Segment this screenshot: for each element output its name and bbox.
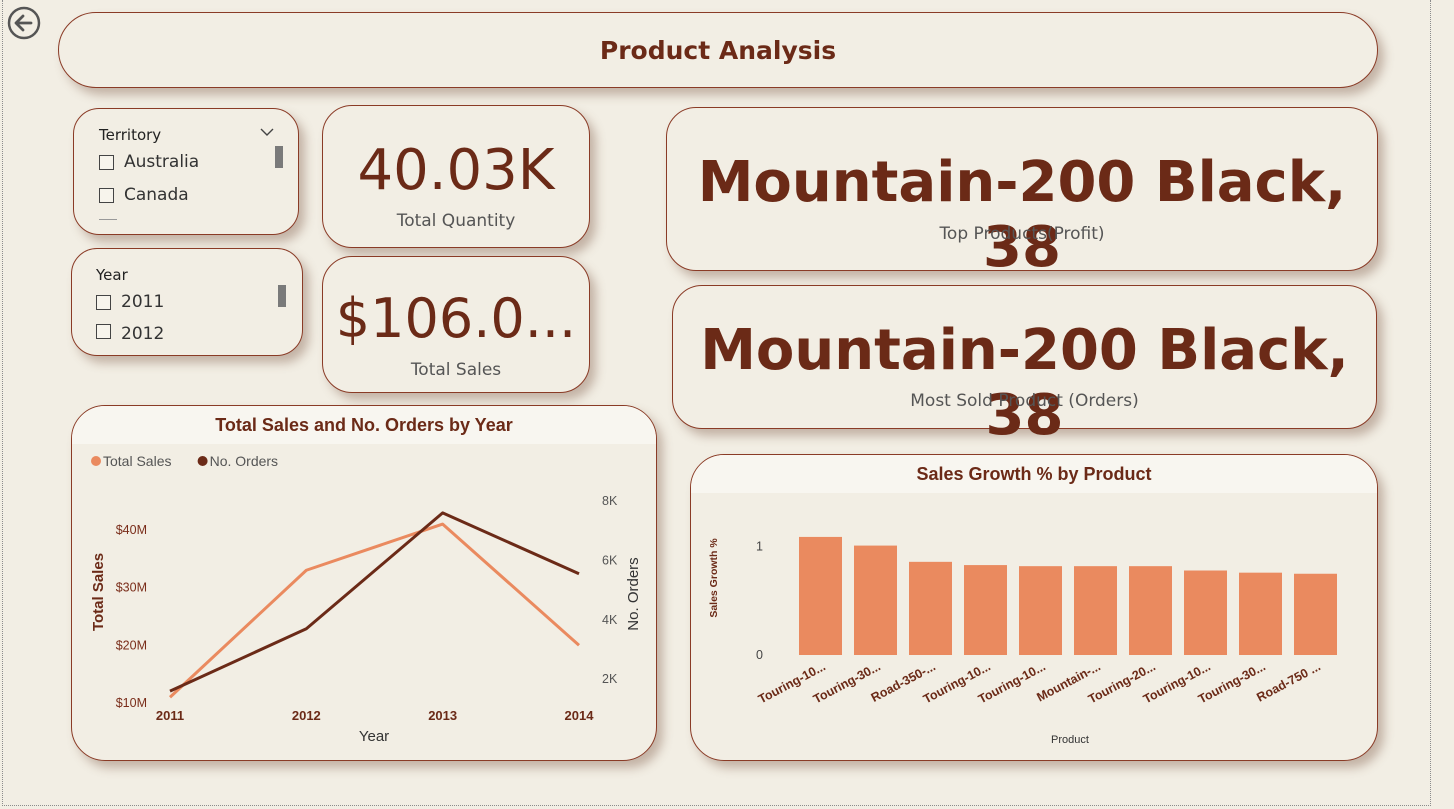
back-arrow-icon[interactable]: [7, 6, 41, 40]
top-product-profit-label: Top Products(Profit): [939, 224, 1105, 244]
checkbox[interactable]: [99, 187, 114, 203]
territory-option-canada[interactable]: Canada: [99, 185, 189, 205]
slicer-scrollbar[interactable]: [278, 285, 286, 307]
year-option-2011[interactable]: 2011: [96, 292, 164, 312]
bar[interactable]: [1184, 570, 1227, 656]
territory-option-label: Australia: [124, 152, 200, 172]
y-tick-label: $30M: [116, 581, 147, 595]
bar[interactable]: [1019, 566, 1062, 655]
y-axis-title: Total Sales: [90, 553, 107, 631]
bar[interactable]: [964, 565, 1007, 655]
bar[interactable]: [1074, 566, 1117, 655]
sales-orders-by-year-chart[interactable]: Total Sales and No. Orders by Year Total…: [71, 405, 657, 761]
y2-tick-label: 4K: [602, 613, 618, 627]
y-tick-label: $10M: [116, 696, 147, 710]
year-option-label: 2012: [121, 324, 165, 341]
legend-label-total-sales: Total Sales: [103, 453, 171, 469]
checkbox[interactable]: [96, 324, 111, 339]
chevron-down-icon[interactable]: [260, 127, 274, 137]
total-quantity-label: Total Quantity: [396, 211, 516, 231]
page-title-banner: Product Analysis: [58, 12, 1378, 88]
x-axis-title: Product: [1051, 734, 1089, 746]
bar[interactable]: [1239, 572, 1282, 655]
total-sales-label: Total Sales: [410, 360, 502, 380]
total-sales-card: $106.0... Total Sales: [322, 256, 590, 393]
slicer-divider: [99, 219, 117, 220]
page-title: Product Analysis: [599, 35, 837, 65]
top-product-profit-value: Mountain-200 Black, 38: [697, 150, 1347, 280]
bar[interactable]: [1129, 566, 1172, 655]
checkbox[interactable]: [96, 294, 111, 310]
y-tick-label: $40M: [116, 523, 147, 537]
series-line-total-sales: [168, 522, 580, 699]
y-tick-label: 0: [756, 648, 763, 662]
legend-label-no-orders: No. Orders: [210, 453, 278, 469]
series-line-no-orders: [169, 511, 580, 693]
sales-growth-by-product-chart[interactable]: Sales Growth % by Product 0 1 Sales Growth…: [690, 454, 1378, 761]
bar[interactable]: [799, 536, 842, 655]
most-sold-product-value: Mountain-200 Black, 38: [700, 318, 1349, 448]
x-axis-title: Year: [359, 728, 389, 745]
bar[interactable]: [1294, 573, 1337, 655]
x-tick-label: 2014: [565, 708, 595, 723]
legend-swatch: [197, 456, 208, 466]
territory-slicer-label: Territory: [99, 126, 162, 144]
x-tick-label: 2011: [156, 708, 184, 723]
x-tick-label: 2012: [292, 708, 321, 723]
territory-option-label: Canada: [124, 185, 189, 205]
checkbox[interactable]: [99, 154, 114, 170]
year-option-2012[interactable]: 2012: [96, 324, 164, 341]
bar-chart-plot: 01Sales Growth %Touring-10...Touring-30.…: [708, 536, 1337, 746]
y2-tick-label: 2K: [602, 672, 618, 686]
most-sold-product-label: Most Sold Product (Orders): [910, 391, 1139, 411]
y2-tick-label: 8K: [602, 494, 618, 508]
bar[interactable]: [854, 545, 897, 655]
year-slicer[interactable]: Year 2011 2012: [71, 248, 303, 356]
x-tick-label: 2013: [428, 708, 457, 723]
bar[interactable]: [909, 561, 952, 655]
line-chart-plot: Total Sales No. Orders $10M $20M $30M $40M 2K 4…: [90, 453, 642, 745]
y-tick-label: $20M: [116, 638, 147, 652]
legend-swatch: [91, 456, 101, 466]
territory-slicer[interactable]: Territory Australia Canada: [73, 108, 299, 235]
y2-tick-label: 6K: [602, 553, 618, 567]
y-axis-title: Sales Growth %: [708, 538, 720, 618]
year-option-label: 2011: [121, 292, 165, 312]
slicer-scrollbar[interactable]: [275, 146, 283, 168]
territory-option-australia[interactable]: Australia: [99, 152, 199, 172]
y-tick-label: 1: [756, 540, 763, 554]
total-quantity-card: 40.03K Total Quantity: [322, 105, 590, 248]
total-quantity-value: 40.03K: [357, 138, 555, 203]
top-product-profit-card: Mountain-200 Black, 38 Top Products(Prof…: [666, 107, 1378, 280]
most-sold-product-card: Mountain-200 Black, 38 Most Sold Product…: [672, 285, 1377, 448]
y2-axis-title: No. Orders: [625, 557, 642, 630]
total-sales-value: $106.0...: [335, 287, 577, 350]
year-slicer-label: Year: [96, 266, 128, 284]
